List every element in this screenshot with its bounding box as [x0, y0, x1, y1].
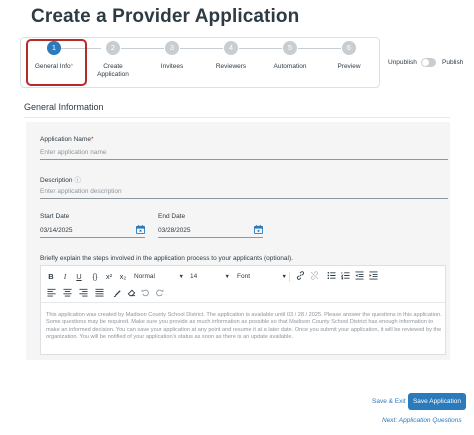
description-label: Description ⓘ — [40, 177, 81, 184]
undo-icon[interactable] — [139, 288, 151, 300]
align-center-icon[interactable] — [61, 288, 73, 300]
indent-icon[interactable] — [367, 271, 379, 283]
step-label: Create — [103, 63, 123, 70]
editor-label: Briefly explain the steps involved in th… — [40, 255, 293, 262]
clear-formatting-icon[interactable] — [125, 288, 137, 300]
end-date-label: End Date — [158, 213, 186, 220]
section-divider — [24, 117, 450, 118]
section-title: General Information — [24, 102, 104, 112]
publish-toggle-group: Unpublish Publish — [388, 58, 472, 69]
step-number: 2 — [106, 41, 120, 55]
next-prefix: Next: — [382, 417, 398, 424]
step-number: 4 — [224, 41, 238, 55]
font-family-value: Font — [237, 273, 251, 280]
calendar-icon[interactable] — [254, 225, 263, 234]
outdent-icon[interactable] — [353, 271, 365, 283]
link-icon[interactable] — [294, 271, 306, 283]
info-icon: ⓘ — [74, 177, 81, 184]
italic-button[interactable]: I — [59, 271, 71, 283]
step-label-line2: Application — [97, 71, 129, 78]
unlink-icon[interactable] — [308, 271, 320, 283]
application-name-label: Application Name* — [40, 136, 94, 143]
superscript-button[interactable]: x² — [103, 271, 115, 283]
editor-content[interactable]: This application was created by Madison … — [46, 312, 442, 342]
calendar-icon[interactable] — [136, 225, 145, 234]
step-label: Invitees — [160, 63, 184, 70]
caret-down-icon: ▼ — [224, 274, 230, 280]
start-date-value: 03/14/2025 — [40, 227, 73, 234]
align-right-icon[interactable] — [77, 288, 89, 300]
redo-icon[interactable] — [153, 288, 165, 300]
publish-toggle[interactable] — [421, 58, 436, 67]
step-label: Automation — [273, 63, 307, 70]
rich-text-editor: B I U {} x² x₂ Normal ▼ 14 ▼ Font ▼ This… — [40, 265, 446, 355]
application-name-input[interactable] — [40, 146, 448, 160]
step-number: 6 — [342, 41, 356, 55]
bullet-list-icon[interactable] — [325, 271, 337, 283]
step-automation[interactable]: 5 Automation — [257, 41, 323, 71]
step-create-application[interactable]: 2 Create Application — [80, 41, 146, 79]
step-invitees[interactable]: 3 Invitees — [139, 41, 205, 71]
subscript-button[interactable]: x₂ — [117, 271, 129, 283]
highlighter-icon[interactable] — [111, 288, 123, 300]
step-general-info[interactable]: 1 General Info* — [21, 41, 87, 71]
block-format-select[interactable]: Normal ▼ — [134, 271, 184, 283]
step-required-marker: * — [70, 63, 74, 70]
end-date-value: 03/28/2025 — [158, 227, 191, 234]
page-title: Create a Provider Application — [31, 6, 300, 27]
step-label: Preview — [337, 63, 361, 70]
font-size-select[interactable]: 14 ▼ — [190, 271, 230, 283]
publish-label: Publish — [442, 59, 464, 66]
step-preview[interactable]: 6 Preview — [316, 41, 382, 71]
caret-down-icon: ▼ — [281, 274, 287, 280]
step-label: Reviewers — [215, 63, 247, 70]
next-step-label: Application Questions — [398, 417, 462, 424]
start-date-input[interactable]: 03/14/2025 — [40, 224, 145, 238]
end-date-input[interactable]: 03/28/2025 — [158, 224, 263, 238]
step-number: 3 — [165, 41, 179, 55]
editor-divider — [41, 302, 445, 303]
step-number: 1 — [47, 41, 61, 55]
toggle-knob — [422, 59, 429, 66]
save-and-exit-button[interactable]: Save & Exit — [372, 398, 406, 405]
code-button[interactable]: {} — [89, 271, 101, 283]
save-application-button[interactable]: Save Application — [408, 393, 466, 410]
block-format-value: Normal — [134, 273, 155, 280]
step-reviewers[interactable]: 4 Reviewers — [198, 41, 264, 71]
toolbar-divider — [289, 272, 290, 282]
step-label: General Info — [34, 63, 71, 70]
font-family-select[interactable]: Font ▼ — [237, 271, 287, 283]
align-justify-icon[interactable] — [93, 288, 105, 300]
align-left-icon[interactable] — [45, 288, 57, 300]
start-date-label: Start Date — [40, 213, 70, 220]
bold-button[interactable]: B — [45, 271, 57, 283]
step-number: 5 — [283, 41, 297, 55]
caret-down-icon: ▼ — [178, 274, 184, 280]
description-input[interactable] — [40, 185, 448, 199]
next-step-link[interactable]: Next: Application Questions — [382, 417, 462, 424]
underline-button[interactable]: U — [73, 271, 85, 283]
numbered-list-icon[interactable] — [339, 271, 351, 283]
unpublish-label: Unpublish — [388, 59, 417, 66]
application-stepper: 1 General Info* 2 Create Application 3 In… — [20, 37, 380, 88]
font-size-value: 14 — [190, 273, 198, 280]
